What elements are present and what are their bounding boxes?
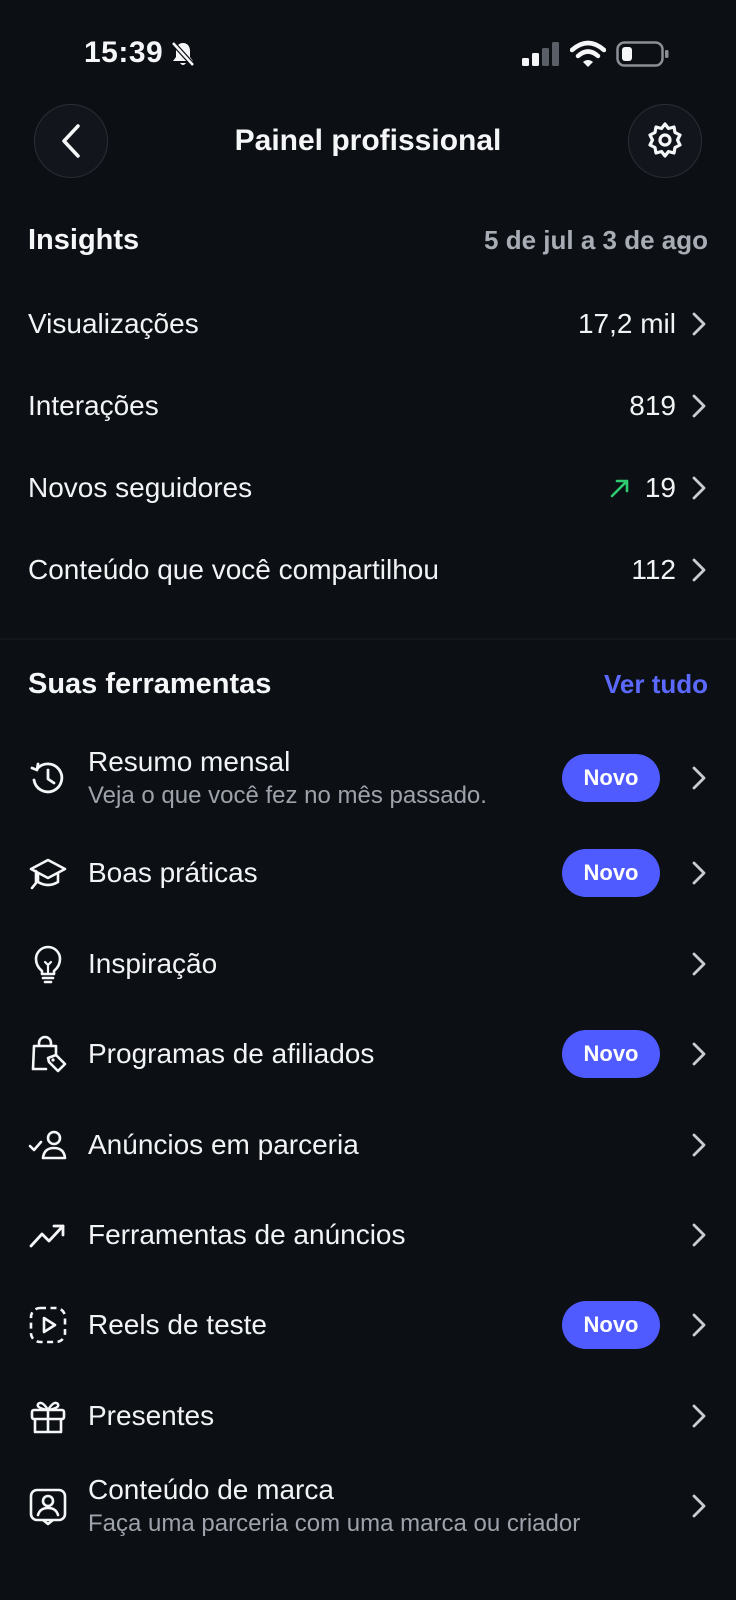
chevron-right-icon <box>692 558 706 582</box>
settings-button[interactable] <box>628 104 702 178</box>
tool-subtitle: Veja o que você fez no mês passado. <box>88 782 487 809</box>
status-time: 15:39 <box>84 36 164 69</box>
lightbulb-icon <box>34 945 62 984</box>
metric-label: Interações <box>28 390 159 421</box>
new-badge: Novo <box>562 754 660 802</box>
tool-label: Resumo mensal <box>88 746 291 777</box>
tool-monthly-summary[interactable]: Resumo mensal Veja o que você fez no mês… <box>28 744 708 812</box>
gear-icon <box>648 122 682 158</box>
section-divider <box>0 638 736 640</box>
tool-label: Conteúdo de marca <box>88 1474 334 1505</box>
see-all-link[interactable]: Ver tudo <box>604 669 708 700</box>
metric-row-interactions[interactable]: Interações 819 <box>28 376 708 436</box>
branded-content-icon <box>29 1488 67 1526</box>
metric-value: 19 <box>644 472 676 503</box>
battery-icon <box>616 41 669 67</box>
tool-subtitle: Faça uma parceria com uma marca ou criad… <box>88 1510 581 1537</box>
metric-value: 17,2 mil <box>577 308 676 339</box>
tool-trial-reels[interactable]: Reels de teste Novo <box>28 1300 708 1350</box>
new-badge: Novo <box>562 1030 660 1078</box>
reels-test-icon <box>29 1306 67 1344</box>
new-badge: Novo <box>562 1301 660 1349</box>
tool-label: Presentes <box>88 1400 215 1431</box>
tool-gifts[interactable]: Presentes <box>28 1391 708 1441</box>
insights-header: Insights 5 de jul a 3 de ago <box>28 220 708 260</box>
graduation-cap-icon <box>29 858 67 890</box>
metric-label: Conteúdo que você compartilhou <box>28 554 439 585</box>
insights-title: Insights <box>28 223 140 256</box>
chevron-right-icon <box>692 1404 706 1428</box>
tool-partnership-ads[interactable]: Anúncios em parceria <box>28 1120 708 1170</box>
metric-label: Novos seguidores <box>28 472 253 503</box>
tool-inspiration[interactable]: Inspiração <box>28 939 708 989</box>
tool-ad-tools[interactable]: Ferramentas de anúncios <box>28 1210 708 1260</box>
tool-affiliate-programs[interactable]: Programas de afiliados Novo <box>28 1029 708 1079</box>
metric-row-views[interactable]: Visualizações 17,2 mil <box>28 294 708 354</box>
bell-muted-icon <box>171 41 195 67</box>
metric-value: 112 <box>631 554 676 585</box>
history-icon <box>30 762 64 794</box>
metric-label: Visualizações <box>28 308 199 339</box>
chevron-right-icon <box>692 1223 706 1247</box>
chevron-right-icon <box>692 1133 706 1157</box>
metric-row-content-shared[interactable]: Conteúdo que você compartilhou 112 <box>28 540 708 600</box>
status-bar: 15:39 <box>0 0 736 100</box>
wifi-icon <box>570 40 606 67</box>
page-title: Painel profissional <box>234 124 502 157</box>
chevron-right-icon <box>692 1313 706 1337</box>
chevron-right-icon <box>692 1494 706 1518</box>
chevron-right-icon <box>692 952 706 976</box>
tool-label: Ferramentas de anúncios <box>88 1219 406 1250</box>
chevron-right-icon <box>692 861 706 885</box>
chevron-right-icon <box>692 394 706 418</box>
trend-up-arrow-icon <box>610 479 629 498</box>
tool-label: Inspiração <box>88 948 218 979</box>
tool-label: Reels de teste <box>88 1309 267 1340</box>
tool-label: Programas de afiliados <box>88 1038 375 1069</box>
tool-label: Anúncios em parceria <box>88 1129 359 1160</box>
chevron-right-icon <box>692 766 706 790</box>
chevron-right-icon <box>692 476 706 500</box>
date-range[interactable]: 5 de jul a 3 de ago <box>484 225 708 256</box>
chevron-right-icon <box>692 312 706 336</box>
metric-value: 819 <box>629 390 676 421</box>
tool-branded-content[interactable]: Conteúdo de marca Faça uma parceria com … <box>28 1472 708 1540</box>
signal-icon <box>522 42 559 66</box>
gift-icon <box>30 1401 66 1434</box>
user-check-icon <box>28 1130 67 1160</box>
tools-title: Suas ferramentas <box>28 667 272 700</box>
trending-up-icon <box>29 1224 65 1248</box>
shopping-bag-tag-icon <box>31 1035 67 1073</box>
tool-label: Boas práticas <box>88 857 258 888</box>
tool-best-practices[interactable]: Boas práticas Novo <box>28 848 708 898</box>
metric-row-new-followers[interactable]: Novos seguidores 19 <box>28 458 708 518</box>
new-badge: Novo <box>562 849 660 897</box>
chevron-right-icon <box>692 1042 706 1066</box>
tools-header: Suas ferramentas Ver tudo <box>28 664 708 704</box>
